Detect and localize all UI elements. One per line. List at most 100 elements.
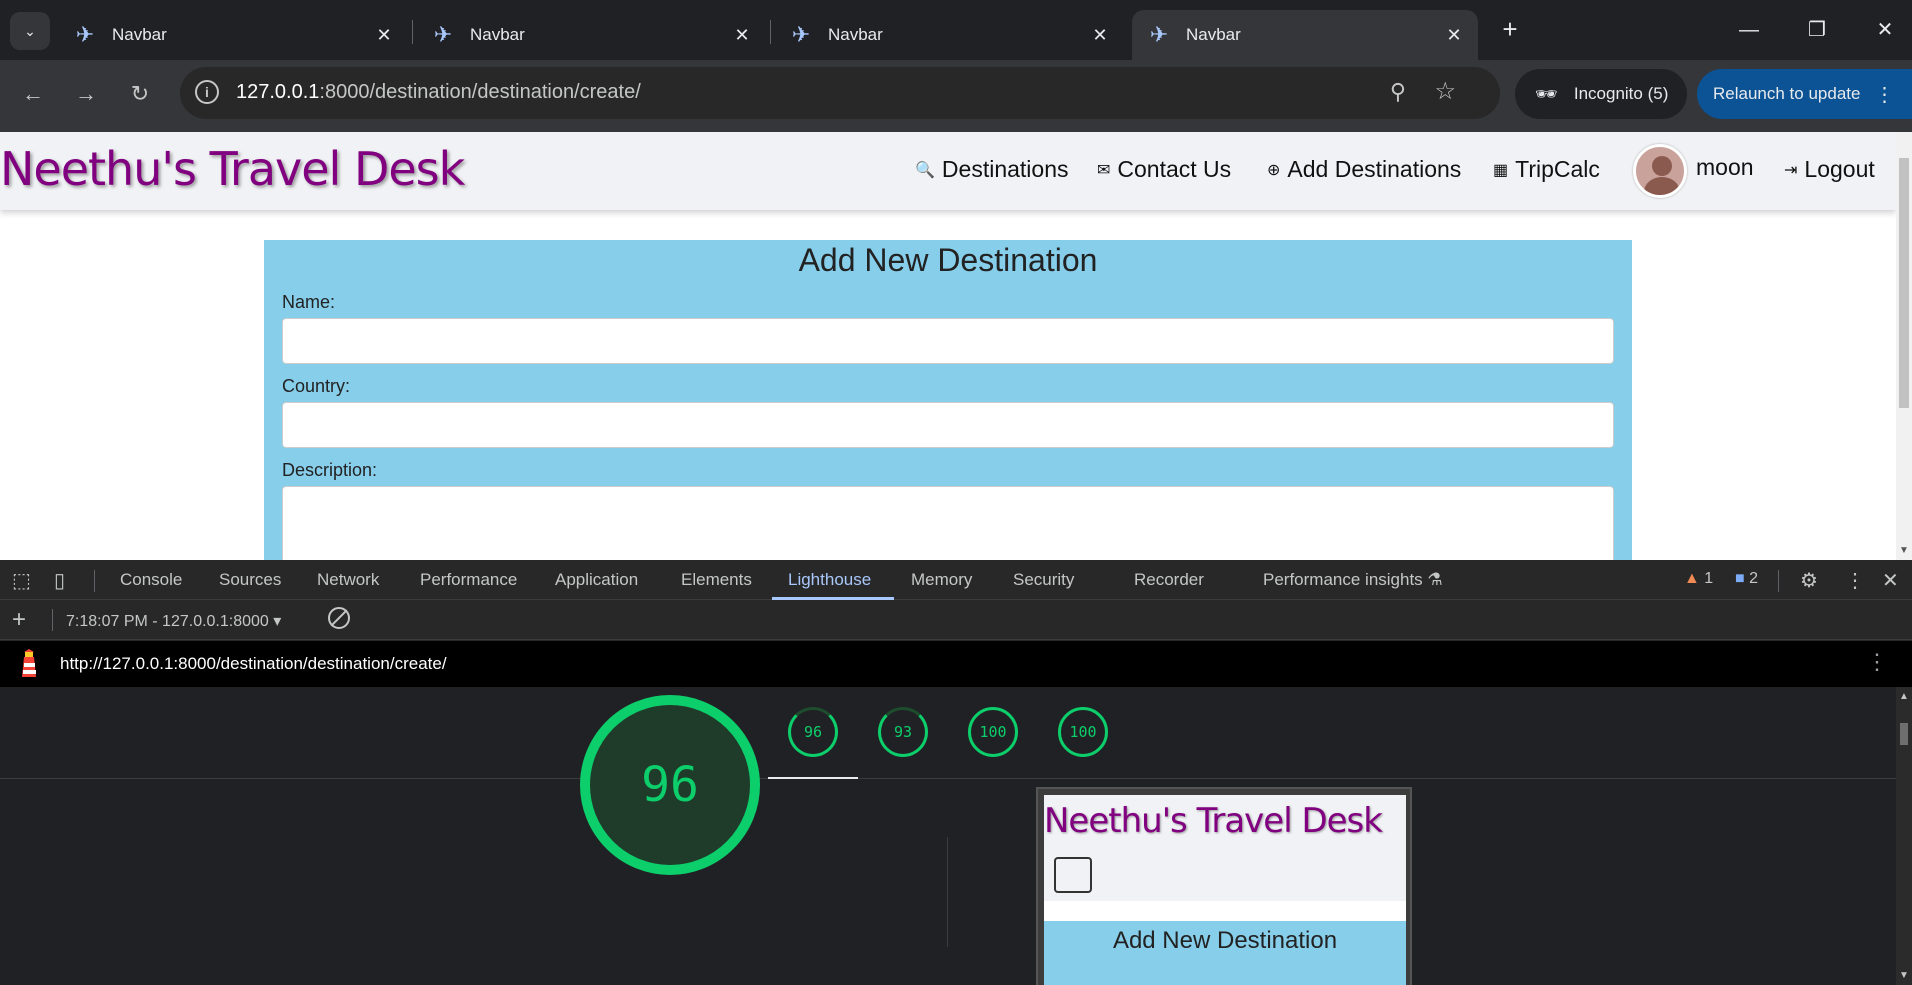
- nav-tripcalc[interactable]: ▦ TripCalc: [1493, 156, 1600, 183]
- close-icon[interactable]: ✕: [1086, 25, 1114, 46]
- nav-destinations[interactable]: 🔍 Destinations: [915, 156, 1069, 183]
- dropdown-arrow-icon: ▾: [273, 613, 282, 630]
- message-icon: ■: [1735, 570, 1745, 587]
- scroll-down-icon[interactable]: ▼: [1899, 545, 1909, 556]
- devtools-tab-security[interactable]: Security: [1013, 570, 1074, 590]
- thumbnail-content: Neethu's Travel Desk Add New Destination: [1044, 795, 1406, 985]
- browser-tab-4-active[interactable]: ✈ Navbar ✕: [1132, 10, 1478, 60]
- site-info-icon[interactable]: i: [195, 80, 219, 104]
- site-brand[interactable]: Neethu's Travel Desk: [0, 142, 465, 196]
- envelope-icon: ✉: [1097, 161, 1111, 179]
- reload-icon: ↻: [130, 81, 150, 106]
- toolbar-divider: [1778, 570, 1779, 592]
- flask-icon: ⚗: [1427, 570, 1443, 589]
- thumbnail-form-card: Add New Destination: [1044, 921, 1406, 985]
- score-gauge-best-practices[interactable]: 100: [968, 707, 1018, 757]
- arrow-right-icon: →: [75, 81, 97, 106]
- minimize-button[interactable]: —: [1724, 12, 1774, 48]
- clear-reports-icon[interactable]: [328, 607, 350, 629]
- report-selector[interactable]: 7:18:07 PM - 127.0.0.1:8000 ▾: [66, 611, 281, 631]
- page-screenshot-thumbnail[interactable]: Neethu's Travel Desk Add New Destination: [1036, 787, 1412, 985]
- thumbnail-navbar: Neethu's Travel Desk: [1044, 795, 1406, 901]
- score-gauge-seo[interactable]: 100: [1058, 707, 1108, 757]
- devtools-tab-recorder[interactable]: Recorder: [1134, 570, 1204, 590]
- devtools-tab-console[interactable]: Console: [120, 570, 182, 590]
- nav-tripcalc-label: TripCalc: [1515, 156, 1600, 182]
- scrollbar-thumb[interactable]: [1899, 158, 1909, 408]
- forward-button[interactable]: →: [66, 74, 106, 114]
- restore-icon: ❐: [1808, 19, 1826, 41]
- plus-icon: +: [1502, 14, 1518, 44]
- devtools-tab-memory[interactable]: Memory: [911, 570, 972, 590]
- url-host: 127.0.0.1: [236, 81, 320, 103]
- close-icon[interactable]: ✕: [1882, 568, 1899, 593]
- new-tab-button[interactable]: +: [1495, 14, 1525, 44]
- zoom-icon[interactable]: ⚲: [1390, 79, 1406, 105]
- score-gauge-accessibility[interactable]: 93: [878, 707, 928, 757]
- country-input[interactable]: [282, 402, 1614, 448]
- section-divider: [947, 837, 948, 947]
- scroll-down-icon[interactable]: ▼: [1899, 970, 1909, 981]
- country-label: Country:: [282, 376, 351, 396]
- close-icon[interactable]: ✕: [1440, 25, 1468, 46]
- incognito-icon: 🕶: [1535, 83, 1558, 104]
- more-vert-icon[interactable]: ⋮: [1866, 649, 1888, 675]
- devtools-tab-network[interactable]: Network: [317, 570, 379, 590]
- relaunch-button[interactable]: Relaunch to update ⋮: [1697, 69, 1912, 119]
- devtools-tabbar: ⬚ ▯ Console Sources Network Performance …: [0, 560, 1912, 600]
- page-viewport: Neethu's Travel Desk 🔍 Destinations ✉ Co…: [0, 132, 1912, 560]
- more-vert-icon[interactable]: ⋮: [1845, 568, 1865, 593]
- devtools-tab-application[interactable]: Application: [555, 570, 638, 590]
- devtools-tab-lighthouse[interactable]: Lighthouse: [788, 570, 871, 590]
- avatar-head: [1652, 156, 1672, 176]
- tab-separator: [770, 20, 771, 44]
- settings-gear-icon[interactable]: ⚙: [1800, 568, 1818, 593]
- back-button[interactable]: ←: [13, 74, 53, 114]
- device-toolbar-icon[interactable]: ▯: [54, 568, 65, 593]
- browser-tab-1[interactable]: ✈ Navbar ✕: [58, 10, 408, 60]
- restore-button[interactable]: ❐: [1792, 12, 1842, 48]
- browser-tab-3[interactable]: ✈ Navbar ✕: [774, 10, 1124, 60]
- tab-search-button[interactable]: ⌄: [10, 12, 50, 50]
- scrollbar-thumb[interactable]: [1900, 723, 1908, 745]
- minimize-icon: —: [1739, 19, 1759, 41]
- score-gauge-performance[interactable]: 96: [788, 707, 838, 757]
- nav-destinations-label: Destinations: [941, 156, 1069, 182]
- tab-separator: [412, 20, 413, 44]
- more-vert-icon[interactable]: ⋮: [1874, 82, 1894, 107]
- new-report-icon[interactable]: +: [12, 606, 26, 634]
- tab-strip: ⌄ ✈ Navbar ✕ ✈ Navbar ✕ ✈ Navbar ✕ ✈ Nav…: [0, 0, 1912, 60]
- messages-counter[interactable]: ■ 2: [1735, 570, 1758, 588]
- incognito-indicator[interactable]: 🕶 Incognito (5): [1515, 69, 1687, 119]
- browser-tab-2[interactable]: ✈ Navbar ✕: [416, 10, 766, 60]
- avatar[interactable]: [1633, 144, 1687, 198]
- bookmark-star-icon[interactable]: ☆: [1434, 77, 1456, 106]
- toolbar-divider: [94, 570, 95, 592]
- address-bar[interactable]: i 127.0.0.1:8000/destination/destination…: [180, 67, 1500, 119]
- nav-contact[interactable]: ✉ Contact Us: [1097, 156, 1231, 183]
- close-icon[interactable]: ✕: [728, 25, 756, 46]
- nav-add-destinations[interactable]: ⊕ Add Destinations: [1267, 156, 1461, 183]
- nav-logout[interactable]: ⇥ Logout: [1784, 156, 1875, 183]
- nav-logout-label: Logout: [1804, 156, 1875, 182]
- address-url[interactable]: 127.0.0.1:8000/destination/destination/c…: [236, 81, 641, 104]
- nav-user[interactable]: moon: [1696, 154, 1754, 181]
- name-input[interactable]: [282, 318, 1614, 364]
- site-navbar: Neethu's Travel Desk 🔍 Destinations ✉ Co…: [0, 132, 1896, 210]
- close-icon[interactable]: ✕: [370, 25, 398, 46]
- devtools-tab-elements[interactable]: Elements: [681, 570, 752, 590]
- description-textarea[interactable]: [282, 486, 1614, 560]
- close-window-button[interactable]: ✕: [1860, 12, 1910, 48]
- warnings-counter[interactable]: ▲ 1: [1684, 570, 1713, 588]
- devtools-tab-performance[interactable]: Performance: [420, 570, 517, 590]
- report-scrollbar[interactable]: ▲ ▼: [1896, 687, 1912, 985]
- reload-button[interactable]: ↻: [120, 74, 160, 114]
- page-scrollbar[interactable]: ▼: [1896, 132, 1912, 560]
- thumbnail-form-title: Add New Destination: [1112, 927, 1338, 954]
- calculator-icon: ▦: [1493, 161, 1509, 179]
- inspect-element-icon[interactable]: ⬚: [12, 568, 31, 593]
- devtools-tab-performance-insights[interactable]: Performance insights ⚗: [1263, 570, 1443, 590]
- devtools-tab-sources[interactable]: Sources: [219, 570, 281, 590]
- scroll-up-icon[interactable]: ▲: [1899, 691, 1909, 702]
- report-selector-label: 7:18:07 PM - 127.0.0.1:8000: [66, 613, 269, 630]
